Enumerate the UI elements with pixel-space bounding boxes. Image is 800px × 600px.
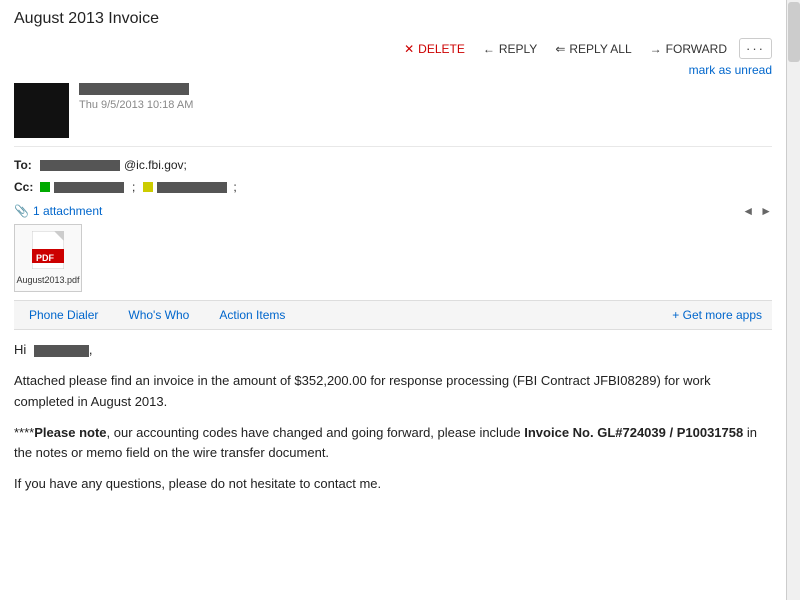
attachment-thumbnail[interactable]: PDF August2013.pdf <box>14 224 82 292</box>
forward-button[interactable]: → FORWARD <box>644 39 733 59</box>
to-label: To: <box>14 155 36 177</box>
email-toolbar: ✕ DELETE ← REPLY ⇐ REPLY ALL → FORWARD ·… <box>14 38 772 59</box>
cc-dot-2 <box>143 182 153 192</box>
reply-label: REPLY <box>499 42 537 56</box>
recipient-name-redacted <box>34 345 89 357</box>
sender-date: Thu 9/5/2013 10:18 AM <box>79 99 772 111</box>
next-attachment-button[interactable]: ► <box>760 204 772 218</box>
prev-attachment-button[interactable]: ◄ <box>742 204 754 218</box>
delete-button[interactable]: ✕ DELETE <box>398 39 471 59</box>
more-options-button[interactable]: ··· <box>739 38 772 59</box>
body-paragraph-1: Attached please find an invoice in the a… <box>14 371 772 413</box>
cc-label: Cc: <box>14 177 36 199</box>
cc-dot-1 <box>40 182 50 192</box>
sender-info: Thu 9/5/2013 10:18 AM <box>79 83 772 111</box>
email-title: August 2013 Invoice <box>14 10 772 28</box>
forward-label: FORWARD <box>666 42 727 56</box>
reply-button[interactable]: ← REPLY <box>477 39 543 59</box>
note-stars: **** <box>14 425 34 440</box>
to-row: To: @ic.fbi.gov; <box>14 155 772 177</box>
recipients-section: To: @ic.fbi.gov; Cc: ; ; <box>14 155 772 198</box>
note-bold-start: Please note <box>34 425 106 440</box>
reply-icon: ← <box>483 42 495 56</box>
attachment-label: 📎 1 attachment <box>14 204 102 218</box>
forward-icon: → <box>650 42 662 56</box>
sender-row: Thu 9/5/2013 10:18 AM <box>14 83 772 147</box>
body-paragraph-3: If you have any questions, please do not… <box>14 474 772 495</box>
to-address-suffix: @ic.fbi.gov; <box>124 155 187 177</box>
tabs-bar: Phone Dialer Who's Who Action Items + Ge… <box>14 300 772 330</box>
tab-whos-who[interactable]: Who's Who <box>113 301 204 329</box>
delete-x-icon: ✕ <box>404 42 414 56</box>
cc-end-separator: ; <box>233 177 236 199</box>
body-paragraph-2: ****Please note, our accounting codes ha… <box>14 423 772 465</box>
reply-all-icon: ⇐ <box>555 42 565 56</box>
delete-label: DELETE <box>418 42 465 56</box>
avatar <box>14 83 69 138</box>
reply-all-label: REPLY ALL <box>569 42 631 56</box>
greeting-text: Hi <box>14 342 26 357</box>
tab-action-items[interactable]: Action Items <box>204 301 300 329</box>
svg-text:PDF: PDF <box>36 253 55 263</box>
cc-row: Cc: ; ; <box>14 177 772 199</box>
attachment-count: 1 attachment <box>33 204 102 218</box>
cc-name-1-redacted <box>54 182 124 193</box>
mark-unread-link[interactable]: mark as unread <box>689 63 772 77</box>
email-body: Hi , Attached please find an invoice in … <box>14 340 772 495</box>
paperclip-icon: 📎 <box>14 204 29 218</box>
note-bold-end: Invoice No. GL#724039 / P10031758 <box>524 425 743 440</box>
note-middle: , our accounting codes have changed and … <box>107 425 525 440</box>
reply-all-button[interactable]: ⇐ REPLY ALL <box>549 39 637 59</box>
sender-name-redacted <box>79 83 189 95</box>
attachment-header: 📎 1 attachment ◄ ► <box>14 204 772 218</box>
tab-phone-dialer[interactable]: Phone Dialer <box>14 301 113 329</box>
cc-separator: ; <box>132 177 135 199</box>
cc-name-2-redacted <box>157 182 227 193</box>
attachment-section: 📎 1 attachment ◄ ► PDF August2013.pdf <box>14 204 772 292</box>
to-name-redacted <box>40 160 120 171</box>
attachment-nav: ◄ ► <box>742 204 772 218</box>
mark-unread-row: mark as unread <box>14 63 772 77</box>
attachment-filename: August2013.pdf <box>16 275 79 285</box>
body-greeting: Hi , <box>14 340 772 361</box>
get-more-apps-button[interactable]: + Get more apps <box>662 302 772 328</box>
pdf-icon: PDF <box>32 231 64 273</box>
